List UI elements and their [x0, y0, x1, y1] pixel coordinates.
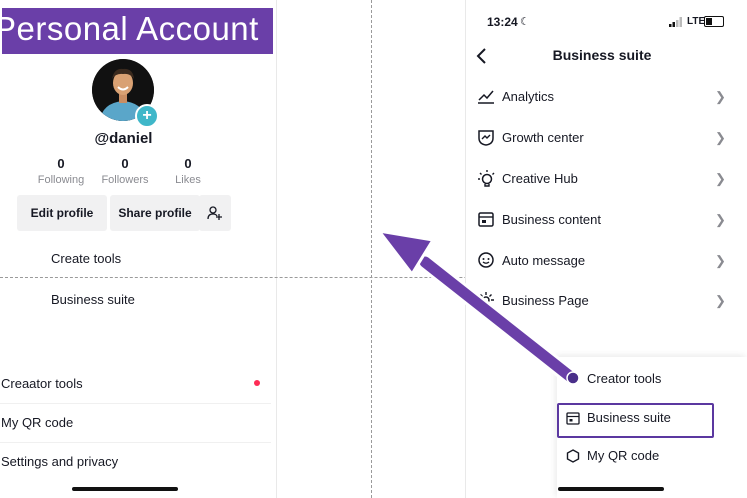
edit-profile-button[interactable]: Edit profile — [17, 195, 107, 231]
add-avatar-icon[interactable]: + — [135, 104, 159, 128]
add-friend-button[interactable] — [199, 195, 231, 231]
growth-center-row[interactable]: Growth center ❯ — [465, 118, 747, 158]
business-suite-item[interactable]: Business suite — [51, 292, 135, 307]
followers-count: 0 — [121, 156, 129, 171]
battery-icon — [704, 16, 724, 27]
creator-tools-item[interactable]: Creaator tools — [0, 365, 271, 404]
personal-account-banner: Personal Account — [0, 6, 275, 56]
create-tools-item[interactable]: Create tools — [51, 251, 121, 266]
sheet-my-qr-code-item[interactable]: My QR code — [559, 438, 709, 474]
banner-text: Personal Account — [0, 10, 259, 47]
analytics-icon — [478, 90, 494, 104]
settings-and-privacy-item[interactable]: Settings and privacy — [0, 443, 271, 481]
chevron-right-icon: ❯ — [715, 253, 726, 268]
notification-dot — [254, 380, 260, 386]
network-type: LTE — [687, 16, 706, 27]
business-content-label: Business content — [502, 212, 602, 227]
qr-code-icon — [566, 449, 580, 463]
chevron-right-icon: ❯ — [715, 89, 726, 104]
creative-hub-row[interactable]: Creative Hub ❯ — [465, 159, 747, 199]
followers-label[interactable]: Followers — [90, 174, 160, 186]
vertical-guide-line — [371, 0, 372, 498]
auto-message-icon — [478, 252, 494, 268]
growth-center-icon — [478, 130, 494, 146]
sheet-creator-tools-item[interactable]: Creator tools — [559, 361, 709, 397]
creative-hub-label: Creative Hub — [502, 171, 578, 186]
auto-message-row[interactable]: Auto message ❯ — [465, 241, 747, 281]
analytics-label: Analytics — [502, 89, 555, 104]
business-page-icon — [478, 292, 494, 308]
auto-message-label: Auto message — [502, 253, 586, 268]
add-friend-icon — [207, 206, 222, 220]
likes-label: Likes — [175, 174, 201, 186]
home-indicator — [558, 487, 664, 491]
business-content-row[interactable]: Business content ❯ — [465, 200, 747, 240]
following-label[interactable]: Following — [26, 174, 96, 186]
sheet-creator-tools-label: Creator tools — [587, 371, 662, 386]
page-title: Business suite — [552, 47, 652, 63]
moon-icon: ☾ — [520, 16, 530, 28]
username: @daniel — [94, 130, 153, 147]
chevron-right-icon: ❯ — [715, 130, 726, 145]
likes-count: 0 — [184, 156, 192, 171]
share-profile-button[interactable]: Share profile — [110, 195, 200, 231]
growth-center-label: Growth center — [502, 130, 584, 145]
business-content-icon — [478, 212, 494, 227]
creative-hub-icon — [478, 170, 495, 187]
chevron-right-icon: ❯ — [715, 293, 726, 308]
signal-icon — [669, 17, 682, 27]
business-page-row[interactable]: Business Page ❯ — [465, 281, 747, 321]
home-indicator — [72, 487, 178, 491]
status-time: 13:24 — [487, 15, 518, 29]
following-count: 0 — [57, 156, 65, 171]
back-chevron-icon[interactable] — [472, 44, 492, 68]
my-qr-code-item[interactable]: My QR code — [0, 404, 271, 443]
business-suite-highlight-box — [557, 403, 714, 438]
business-page-label: Business Page — [502, 293, 589, 308]
analytics-row[interactable]: Analytics ❯ — [465, 77, 747, 117]
chevron-right-icon: ❯ — [715, 212, 726, 227]
chevron-right-icon: ❯ — [715, 171, 726, 186]
sheet-my-qr-code-label: My QR code — [587, 448, 660, 463]
